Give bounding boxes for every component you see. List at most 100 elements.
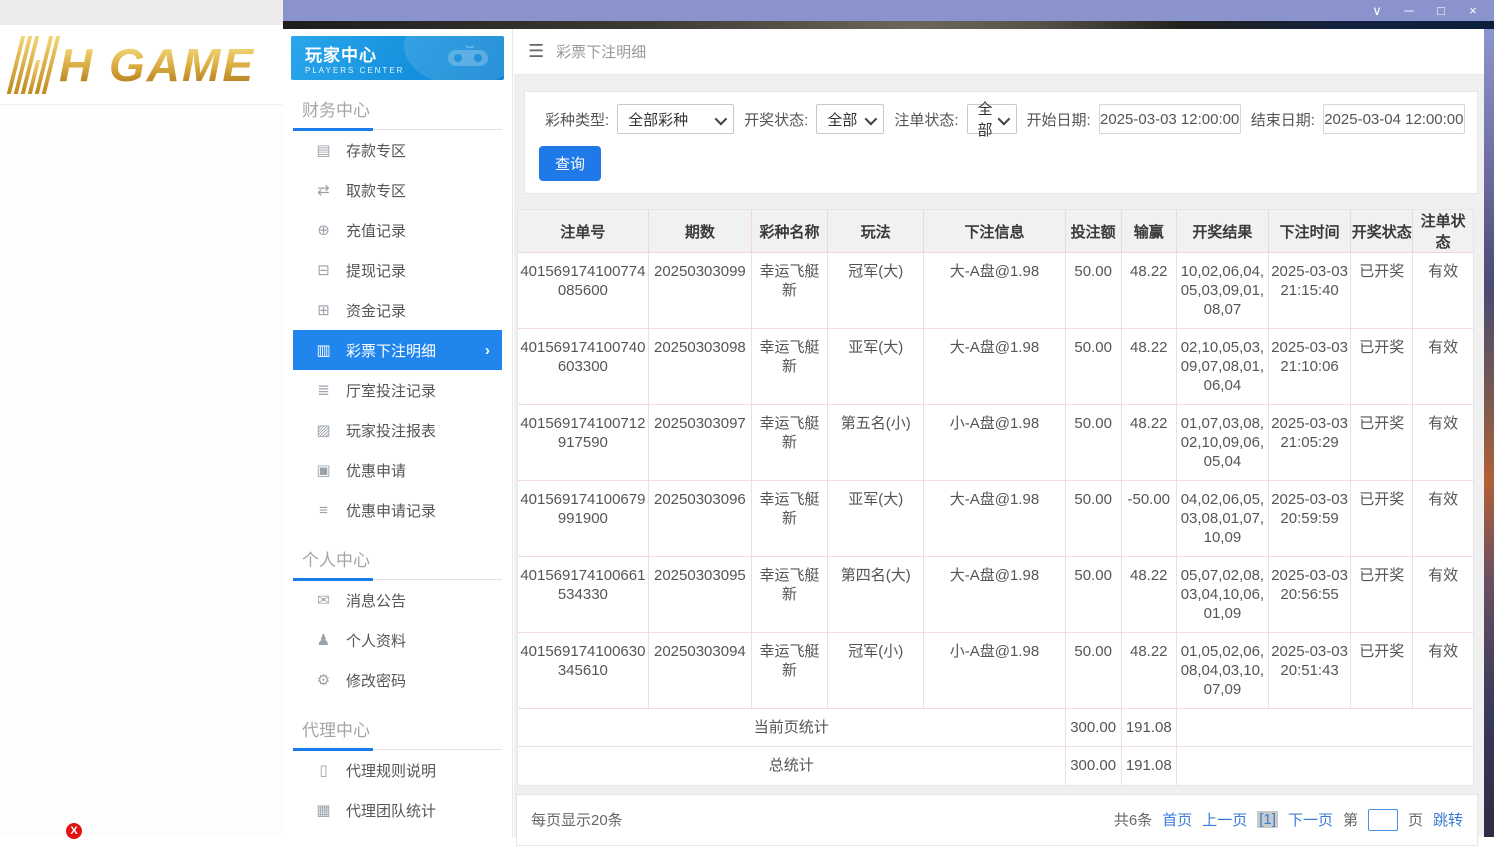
sidebar-item-recharge-record[interactable]: ⊕ 充值记录 [293, 210, 502, 250]
summary-winloss-total: 191.08 [1120, 746, 1177, 785]
table-cell: 幸运飞艇新 [750, 556, 829, 633]
start-date-input[interactable] [1098, 104, 1241, 134]
summary-bet-total: 300.00 [1064, 708, 1122, 747]
sidebar-section-heading: 代理中心 [293, 714, 502, 751]
summary-empty [1175, 746, 1473, 785]
minimize-button[interactable]: ─ [1400, 2, 1418, 20]
table-cell: 有效 [1412, 556, 1473, 633]
footer-panel: 每页显示20条 共6条 首页 上一页 [1] 下一页 第 页 跳转 [516, 793, 1478, 846]
draw-status-label: 开奖状态: [744, 111, 809, 129]
table-cell: 幸运飞艇新 [750, 328, 829, 405]
table-cell: 2025-03-03 21:15:40 [1267, 252, 1352, 329]
sidebar-item-deposit-card[interactable]: ▤ 存款专区 [293, 130, 502, 170]
table-cell: 幸运飞艇新 [750, 632, 829, 709]
desktop-top-strip [0, 0, 283, 25]
table-cell: 幸运飞艇新 [750, 480, 829, 557]
summary-row: 当前页统计 300.00 191.08 [518, 708, 1473, 747]
column-header: 开奖结果 [1175, 210, 1270, 253]
sidebar-item-profile[interactable]: ♟ 个人资料 [293, 620, 502, 660]
table-cell: 第四名(大) [827, 556, 925, 633]
column-header: 注单状态 [1412, 210, 1473, 253]
sidebar-item-agent-rules[interactable]: ▯ 代理规则说明 [293, 750, 502, 790]
summary-label: 总统计 [518, 746, 1066, 785]
table-cell: 有效 [1412, 404, 1473, 481]
search-button[interactable]: 查询 [539, 146, 602, 181]
gamepad-icon [448, 45, 488, 66]
sidebar-item-lottery-bet-detail[interactable]: ▥ 彩票下注明细 › [293, 330, 502, 370]
table-cell: 小-A盘@1.98 [923, 404, 1066, 481]
sidebar-item-label: 修改密码 [346, 672, 407, 690]
chevron-down-button[interactable]: ∨ [1368, 2, 1386, 20]
end-date-input[interactable] [1322, 104, 1465, 134]
order-status-label: 注单状态: [894, 111, 959, 129]
sidebar-item-label: 消息公告 [346, 592, 407, 610]
hall-bet-record-icon: ≣ [317, 382, 330, 399]
table-row: 401569174100774085600 20250303099 幸运飞艇新 冠军(… [518, 252, 1473, 329]
sidebar-item-agent-team-stats[interactable]: ▦ 代理团队统计 [293, 790, 502, 830]
summary-empty [1175, 708, 1473, 747]
end-date-label: 结束日期: [1250, 111, 1315, 129]
table-cell: 大-A盘@1.98 [923, 480, 1066, 557]
table-cell: 有效 [1412, 328, 1473, 405]
table-cell: 48.22 [1120, 328, 1177, 405]
order-status-select[interactable]: 全部 [966, 101, 1017, 139]
column-header: 输赢 [1120, 210, 1177, 253]
sidebar-item-announcement[interactable]: ✉ 消息公告 [293, 580, 502, 620]
page-size-text: 每页显示20条 [531, 812, 623, 829]
sidebar-item-hall-bet-record[interactable]: ≣ 厅室投注记录 [293, 370, 502, 410]
sidebar-item-withdraw[interactable]: ⇄ 取款专区 [293, 170, 502, 210]
draw-status-select[interactable]: 全部 [816, 104, 885, 134]
table-cell: 第五名(小) [827, 404, 925, 481]
column-header: 开奖状态 [1350, 210, 1414, 253]
table-cell: 亚军(大) [827, 480, 925, 557]
sidebar-item-withdrawal-record[interactable]: ⊟ 提现记录 [293, 250, 502, 290]
table-cell: 05,07,02,08,03,04,10,06,01,09 [1175, 556, 1270, 633]
table-cell: 冠军(大) [827, 252, 925, 329]
table-cell: 01,05,02,06,08,04,03,10,07,09 [1175, 632, 1270, 709]
promo-apply-record-icon: ≡ [319, 501, 328, 519]
hamburger-icon[interactable]: ☰ [528, 41, 544, 62]
main-content: ☰ 彩票下注明细 彩种类型: 全部彩种 开奖状态: 全部 注单状态: 全部 开始… [514, 29, 1484, 846]
table-cell: 401569174100661534330 [518, 556, 649, 633]
sidebar-item-label: 优惠申请 [346, 462, 407, 480]
column-header: 彩种名称 [750, 210, 829, 253]
sidebar-item-promo-apply[interactable]: ▣ 优惠申请 [293, 450, 502, 490]
prev-page-link[interactable]: 上一页 [1202, 809, 1247, 830]
jump-suffix: 页 [1407, 812, 1423, 829]
sidebar-item-promo-apply-record[interactable]: ≡ 优惠申请记录 [293, 490, 502, 530]
sidebar-item-label: 代理团队统计 [346, 802, 437, 820]
table-cell: 50.00 [1064, 480, 1122, 557]
sidebar-item-change-password[interactable]: ⚙ 修改密码 [293, 660, 502, 700]
maximize-button[interactable]: □ [1432, 2, 1450, 20]
table-cell: 48.22 [1120, 632, 1177, 709]
wallpaper-edge [1484, 29, 1494, 837]
bet-table-panel: 注单号 期数 彩种名称 玩法 下注信息 投注额 输赢 开奖结果 下注时间 开奖状态 注单状态 4015… [517, 209, 1474, 786]
table-row: 401569174100740603300 20250303098 幸运飞艇新 亚军(… [518, 328, 1473, 405]
first-page-link[interactable]: 首页 [1162, 809, 1192, 830]
lottery-type-select[interactable]: 全部彩种 [617, 104, 735, 134]
table-cell: 401569174100740603300 [518, 328, 649, 405]
table-cell: 50.00 [1064, 556, 1122, 633]
sidebar-section-heading: 财务中心 [293, 94, 502, 131]
jump-page-input[interactable] [1367, 808, 1398, 831]
next-page-link[interactable]: 下一页 [1288, 809, 1333, 830]
bet-table: 注单号 期数 彩种名称 玩法 下注信息 投注额 输赢 开奖结果 下注时间 开奖状态 注单状态 4015… [518, 210, 1473, 785]
sidebar-item-label: 个人资料 [346, 632, 407, 650]
table-cell: 大-A盘@1.98 [923, 252, 1066, 329]
recharge-record-icon: ⊕ [317, 222, 330, 239]
table-cell: 亚军(大) [827, 328, 925, 405]
sidebar-item-player-bet-report[interactable]: ▨ 玩家投注报表 [293, 410, 502, 450]
jump-link[interactable]: 跳转 [1433, 809, 1463, 830]
table-cell: 2025-03-03 20:51:43 [1267, 632, 1352, 709]
table-cell: 50.00 [1064, 328, 1122, 405]
sidebar-sections: 财务中心 ▤ 存款专区 ⇄ 取款专区 ⊕ 充值记录 ⊟ 提现记录 ⊞ 资金记录 ▥ 彩票下注明细 › ≣ 厅室… [283, 94, 512, 830]
sidebar-item-funds-record[interactable]: ⊞ 资金记录 [293, 290, 502, 330]
table-cell: 48.22 [1120, 404, 1177, 481]
announcement-icon: ✉ [317, 592, 330, 609]
table-cell: 20250303098 [647, 328, 752, 405]
profile-icon: ♟ [316, 632, 331, 649]
close-button[interactable]: × [1464, 2, 1482, 20]
sidebar-item-label: 资金记录 [346, 302, 407, 320]
table-cell: 幸运飞艇新 [750, 252, 829, 329]
current-page: [1] [1257, 811, 1278, 828]
